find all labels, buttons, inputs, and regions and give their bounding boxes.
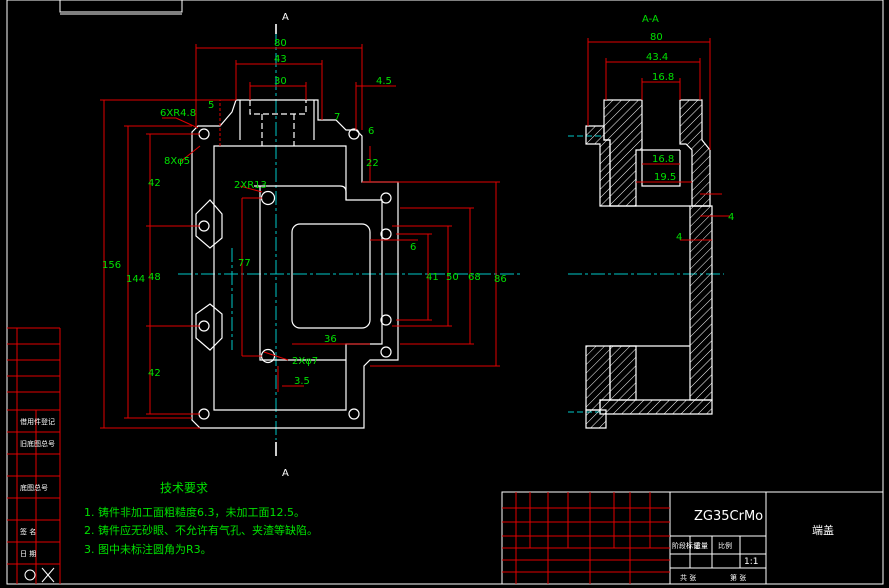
dim-144: 144 xyxy=(126,274,145,285)
dim-2x-phi7: 2Xφ7 xyxy=(292,356,318,367)
title-col-sheet: 第 张 xyxy=(730,573,746,582)
title-part-name: 端盖 xyxy=(812,523,834,537)
title-col-sheets: 共 张 xyxy=(680,573,696,582)
title-col-weight: 重量 xyxy=(694,542,708,550)
dim-42-bottom: 42 xyxy=(148,368,161,379)
tech-req-item: 3. 图中未标注圆角为R3。 xyxy=(84,542,212,556)
dim-4-5: 4.5 xyxy=(376,76,392,87)
dim-42-top: 42 xyxy=(148,178,161,189)
dim-6: 6 xyxy=(368,126,374,137)
title-scale: 1:1 xyxy=(744,557,758,567)
dim-7: 7 xyxy=(334,112,340,123)
strip-label: 日 期 xyxy=(20,550,36,558)
dim-8x-phi5: 8Xφ5 xyxy=(164,156,190,167)
dim-36: 36 xyxy=(324,334,337,345)
title-col-ratio: 比例 xyxy=(718,541,732,550)
dim-80: 80 xyxy=(274,38,287,49)
left-strip: 借用件登记 旧底图总号 底图总号 签 名 日 期 xyxy=(7,327,61,584)
title-block: ZG35CrMo 端盖 阶段标记 重量 比例 1:1 共 张 第 张 xyxy=(501,491,884,585)
dim-5: 5 xyxy=(208,100,214,111)
tech-req-title: 技术要求 xyxy=(160,481,208,495)
sec-dim-19-5: 19.5 xyxy=(654,172,676,183)
dim-6-side: 6 xyxy=(410,242,416,253)
dim-2xr13: 2XR13 xyxy=(234,180,267,191)
section-view: A-A 80 43.4 16.8 16.8 19.5 4 4 xyxy=(568,14,734,429)
dim-50: 50 xyxy=(446,272,459,283)
tech-req-item: 1. 铸件非加工面粗糙度6.3，未加工面12.5。 xyxy=(84,505,305,519)
strip-label: 旧底图总号 xyxy=(20,439,55,448)
front-view: A A 80 43 30 4.5 5 7 6 22 6XR4.8 8Xφ5 2X… xyxy=(100,12,520,479)
dim-77: 77 xyxy=(238,258,251,269)
section-marker-top: A xyxy=(282,12,289,23)
dim-48: 48 xyxy=(148,272,161,283)
strip-label: 签 名 xyxy=(20,527,36,536)
sec-dim-80: 80 xyxy=(650,32,663,43)
dim-68: 68 xyxy=(468,272,481,283)
dim-43: 43 xyxy=(274,54,287,65)
sec-dim-4-left: 4 xyxy=(676,232,682,243)
sec-dim-16-8-mid: 16.8 xyxy=(652,154,674,165)
projection-symbol xyxy=(24,569,36,581)
technical-requirements: 技术要求 1. 铸件非加工面粗糙度6.3，未加工面12.5。 2. 铸件应无砂眼… xyxy=(84,481,318,556)
dim-41: 41 xyxy=(426,272,439,283)
tech-req-item: 2. 铸件应无砂眼、不允许有气孔、夹渣等缺陷。 xyxy=(84,523,318,537)
title-material: ZG35CrMo xyxy=(694,509,763,524)
strip-label: 底图总号 xyxy=(20,483,48,492)
cad-drawing: 借用件登记 旧底图总号 底图总号 签 名 日 期 A A 80 43 30 4.… xyxy=(6,0,884,585)
sec-dim-16-8-top: 16.8 xyxy=(652,72,674,83)
drawing-frame xyxy=(6,0,884,585)
dim-22: 22 xyxy=(366,158,379,169)
section-view-title: A-A xyxy=(642,14,659,25)
sec-dim-4-right: 4 xyxy=(728,212,734,223)
sec-dim-43-4: 43.4 xyxy=(646,52,668,63)
section-marker-bottom: A xyxy=(282,468,289,479)
dim-156: 156 xyxy=(102,260,121,271)
strip-label: 借用件登记 xyxy=(20,417,55,426)
dim-6xr4-8: 6XR4.8 xyxy=(160,108,196,119)
dim-30: 30 xyxy=(274,76,287,87)
dim-86: 86 xyxy=(494,274,507,285)
dim-3-5: 3.5 xyxy=(294,376,310,387)
